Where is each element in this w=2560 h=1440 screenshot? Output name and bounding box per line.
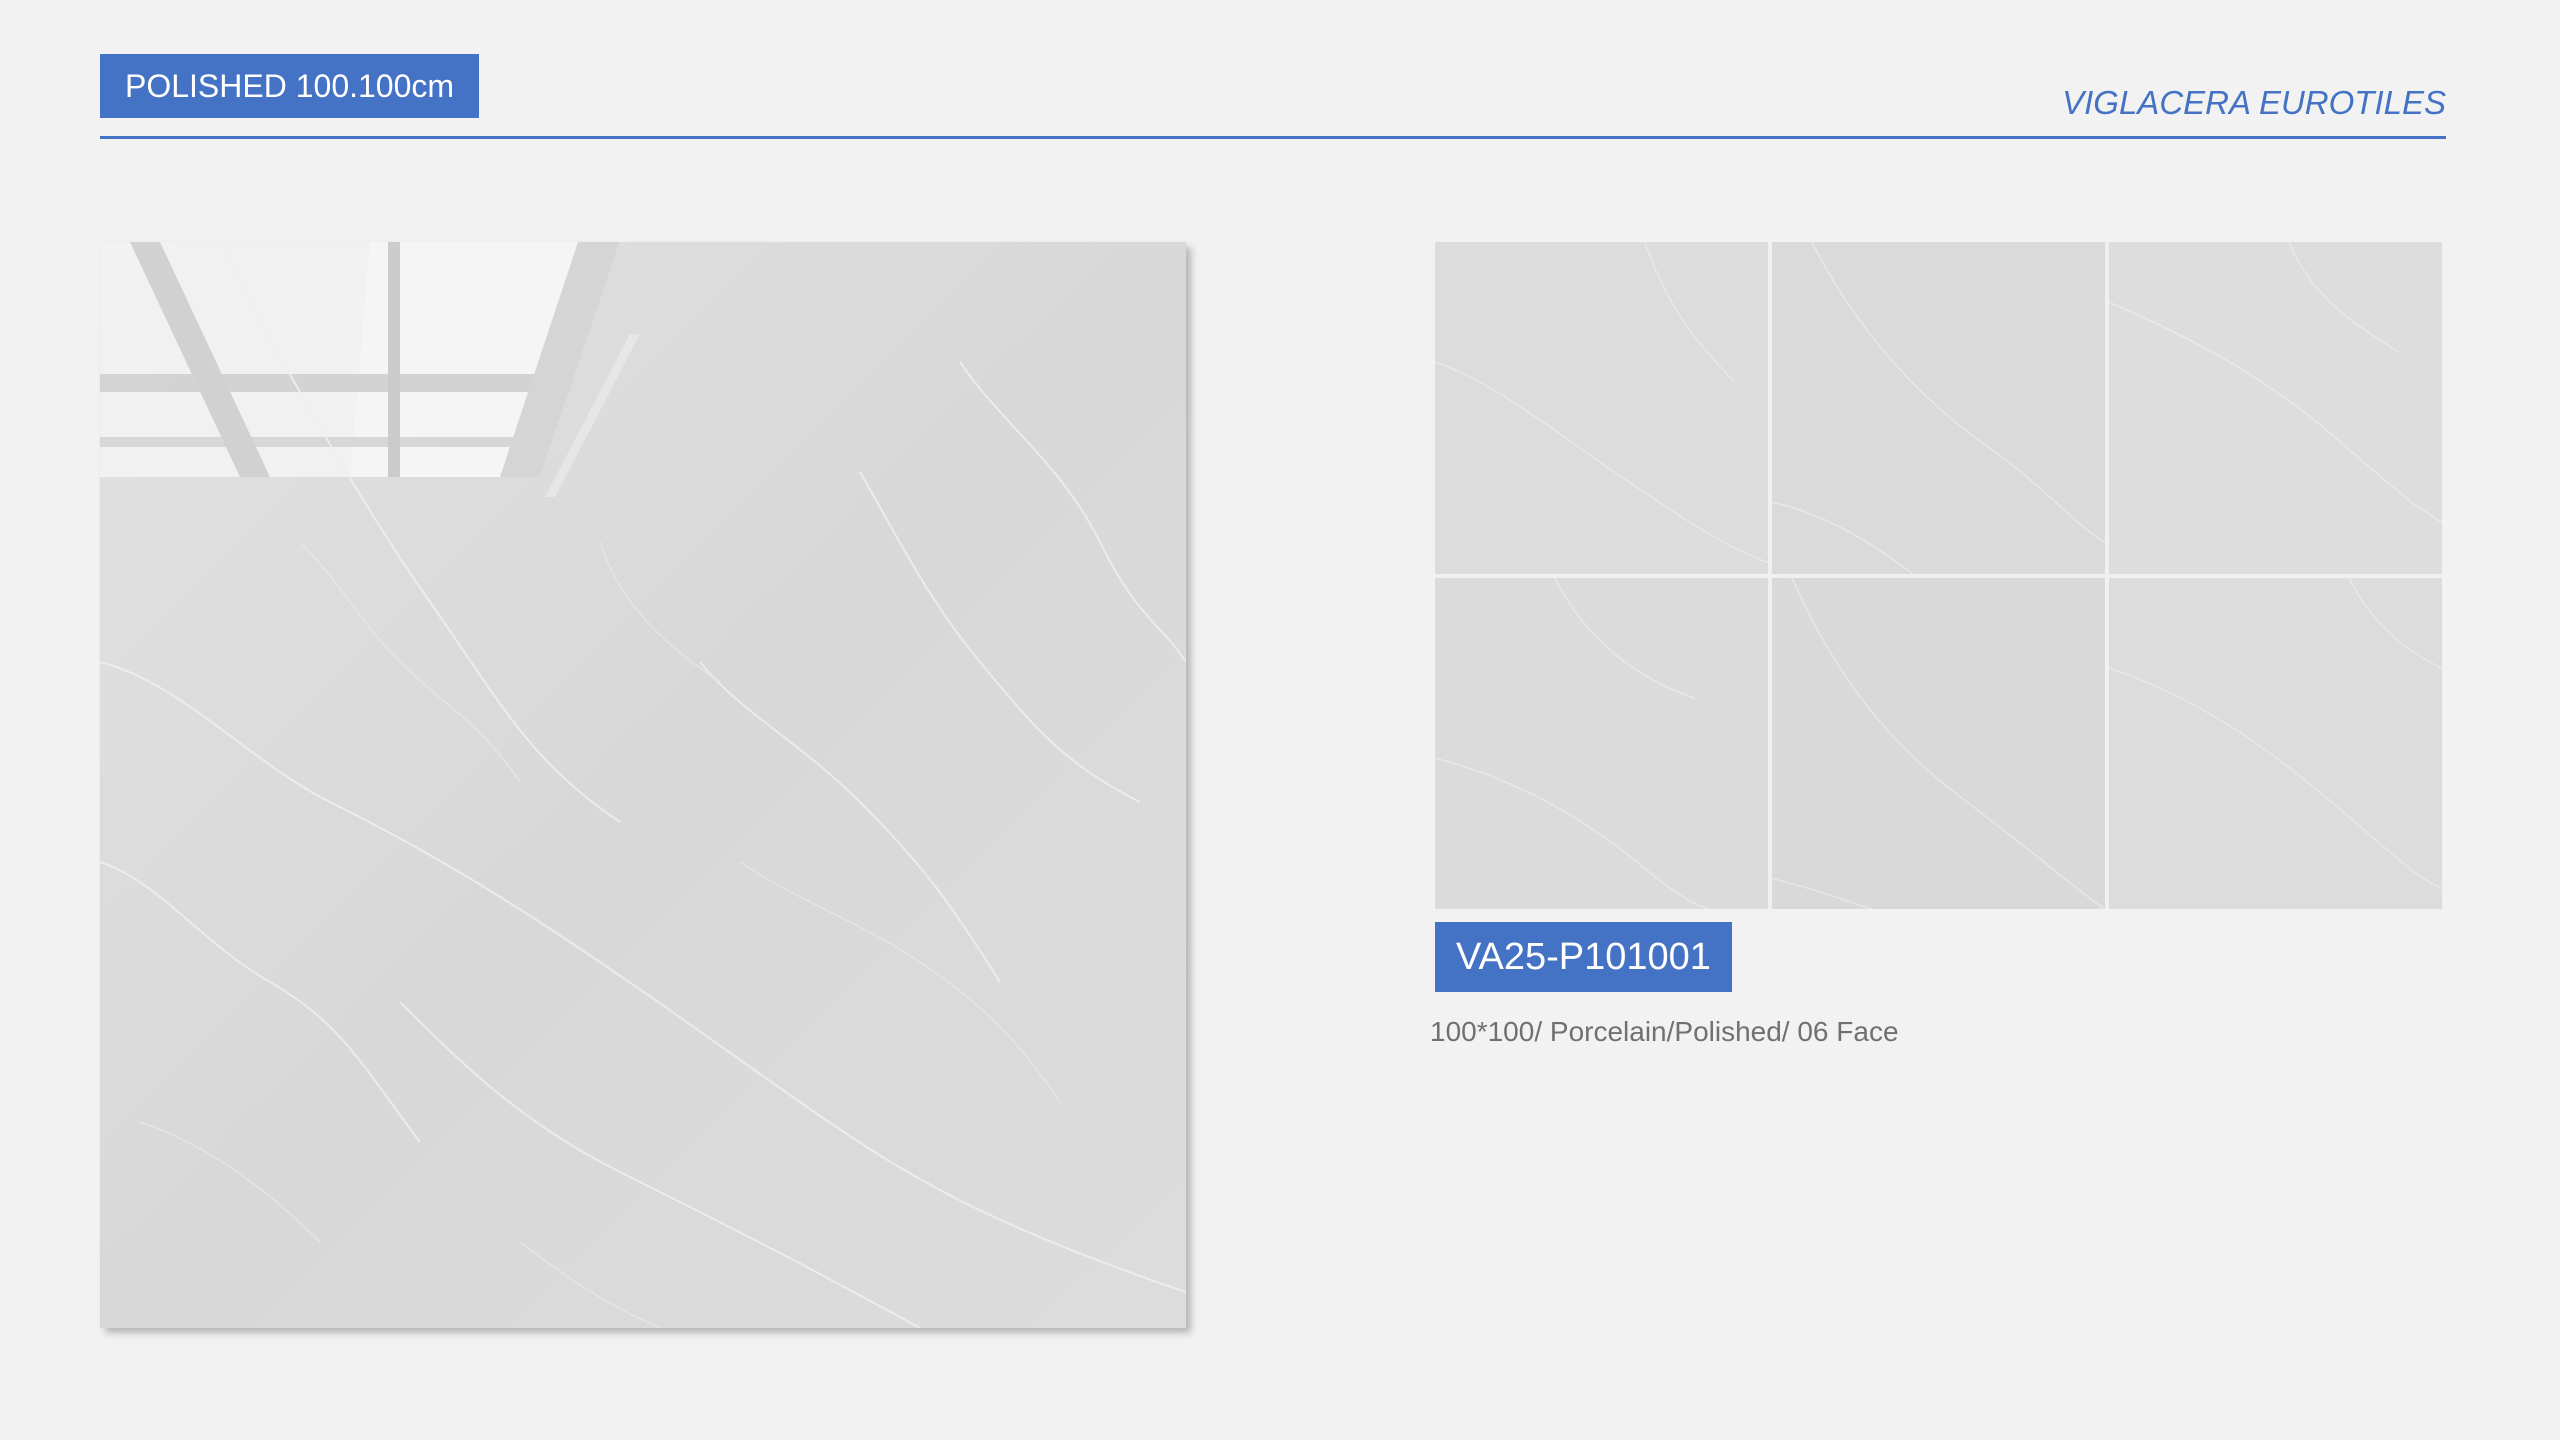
grid-tile xyxy=(1772,242,2105,574)
product-spec: 100*100/ Porcelain/Polished/ 06 Face xyxy=(1430,1016,1899,1047)
marble-tile-large-image xyxy=(100,242,1186,1328)
product-code: VA25-P101001 xyxy=(1456,936,1711,978)
marble-tile-small-image xyxy=(1435,242,1768,574)
category-badge: POLISHED 100.100cm xyxy=(100,54,480,118)
brand-name: VIGLACERA EUROTILES xyxy=(2062,84,2446,121)
grid-tile xyxy=(1772,577,2105,909)
marble-tile-small-image xyxy=(2109,242,2442,574)
tile-layout-preview xyxy=(1435,242,2442,909)
marble-tile-small-image xyxy=(1435,577,1768,909)
main-tile-image xyxy=(100,242,1186,1328)
marble-tile-small-image xyxy=(1772,242,2105,574)
category-title: POLISHED 100.100cm xyxy=(125,68,455,104)
grid-tile xyxy=(2109,242,2442,574)
product-code-badge: VA25-P101001 xyxy=(1435,922,1732,992)
marble-tile-small-image xyxy=(2109,577,2442,909)
header-divider xyxy=(100,136,2446,139)
marble-tile-small-image xyxy=(1772,577,2105,909)
grid-tile xyxy=(1435,242,1768,574)
grid-tile xyxy=(1435,577,1768,909)
grid-tile xyxy=(2109,577,2442,909)
